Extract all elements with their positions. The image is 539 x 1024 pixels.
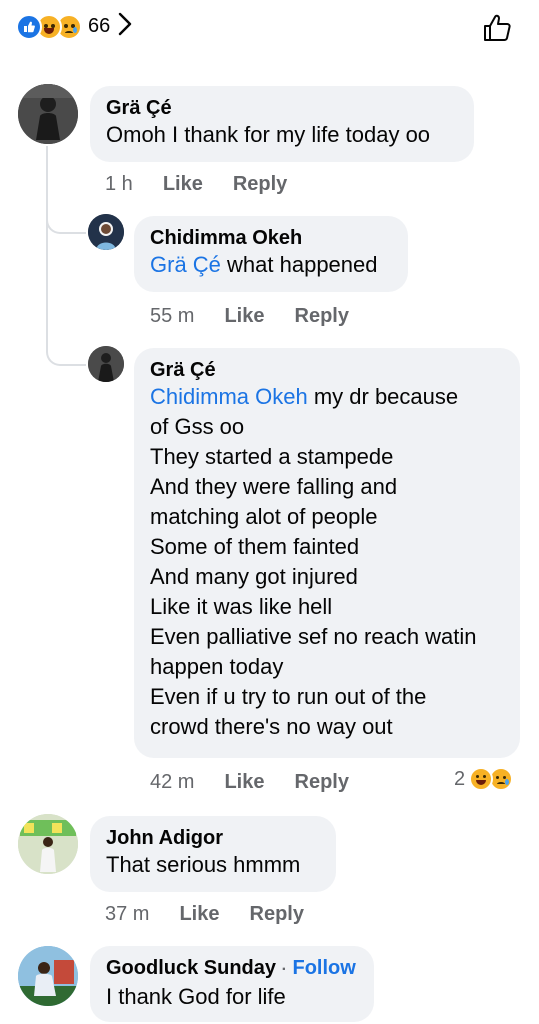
mention-link[interactable]: Grä Çé bbox=[150, 252, 221, 277]
avatar[interactable] bbox=[18, 814, 78, 874]
comment-bubble: Grä Çé Chidimma Okeh my dr because of Gs… bbox=[134, 348, 520, 758]
like-button[interactable]: Like bbox=[224, 771, 264, 794]
comment-actions: 1 h Like Reply bbox=[105, 173, 287, 196]
comment-text: I thank God for life bbox=[106, 984, 286, 1009]
comment-text: That serious hmmm bbox=[106, 852, 301, 877]
comment-author[interactable]: John Adigor bbox=[106, 826, 320, 850]
comment-author[interactable]: Grä Çé bbox=[106, 96, 458, 120]
chevron-right-icon[interactable] bbox=[118, 12, 132, 41]
thread-line bbox=[46, 146, 48, 346]
avatar[interactable] bbox=[88, 346, 124, 382]
reply-button[interactable]: Reply bbox=[295, 305, 349, 328]
haha-reaction-icon bbox=[469, 767, 494, 791]
separator: · bbox=[281, 961, 287, 978]
comment-text: Omoh I thank for my life today oo bbox=[106, 122, 431, 147]
comment-bubble: Grä Çé Omoh I thank for my life today oo bbox=[90, 86, 474, 162]
comment-reactions[interactable]: 2 bbox=[454, 767, 514, 791]
reactions-summary[interactable]: 66 bbox=[16, 12, 132, 41]
comment-time: 55 m bbox=[150, 305, 195, 327]
comment-time: 42 m bbox=[150, 771, 195, 793]
reply-button[interactable]: Reply bbox=[233, 173, 287, 196]
comment-author: Goodluck Sunday · Follow bbox=[106, 956, 358, 982]
comment-author[interactable]: Chidimma Okeh bbox=[150, 226, 392, 250]
follow-button[interactable]: Follow bbox=[292, 957, 355, 979]
like-thumb-icon[interactable] bbox=[481, 12, 513, 44]
thread-connector bbox=[46, 338, 86, 366]
like-button[interactable]: Like bbox=[179, 903, 219, 926]
comment-author-name[interactable]: Goodluck Sunday bbox=[106, 957, 276, 979]
like-reaction-icon bbox=[16, 13, 42, 40]
comment-bubble: Chidimma Okeh Grä Çé what happened bbox=[134, 216, 408, 292]
avatar[interactable] bbox=[88, 214, 124, 250]
comment-text: Grä Çé what happened bbox=[150, 252, 378, 277]
reply-button[interactable]: Reply bbox=[250, 903, 304, 926]
comment-time: 1 h bbox=[105, 173, 133, 195]
like-button[interactable]: Like bbox=[163, 173, 203, 196]
comment-reaction-count: 2 bbox=[454, 767, 466, 790]
mention-link[interactable]: Chidimma Okeh bbox=[150, 384, 308, 409]
reactions-bar: 66 bbox=[0, 0, 539, 56]
thread-connector bbox=[46, 208, 86, 234]
comment-bubble: John Adigor That serious hmmm bbox=[90, 816, 336, 892]
comment-actions: 37 m Like Reply bbox=[105, 903, 304, 926]
avatar[interactable] bbox=[18, 946, 78, 1006]
comment-time: 37 m bbox=[105, 903, 150, 925]
comment-bubble: Goodluck Sunday · Follow I thank God for… bbox=[90, 946, 374, 1022]
comment-actions: 55 m Like Reply bbox=[150, 305, 349, 328]
comment-text: Chidimma Okeh my dr because of Gss oo Th… bbox=[150, 384, 477, 739]
reply-button[interactable]: Reply bbox=[295, 771, 349, 794]
comment-author[interactable]: Grä Çé bbox=[150, 358, 504, 382]
reaction-count: 66 bbox=[88, 15, 111, 37]
avatar[interactable] bbox=[18, 84, 78, 144]
comment-actions: 42 m Like Reply bbox=[150, 771, 349, 794]
like-button[interactable]: Like bbox=[224, 305, 264, 328]
